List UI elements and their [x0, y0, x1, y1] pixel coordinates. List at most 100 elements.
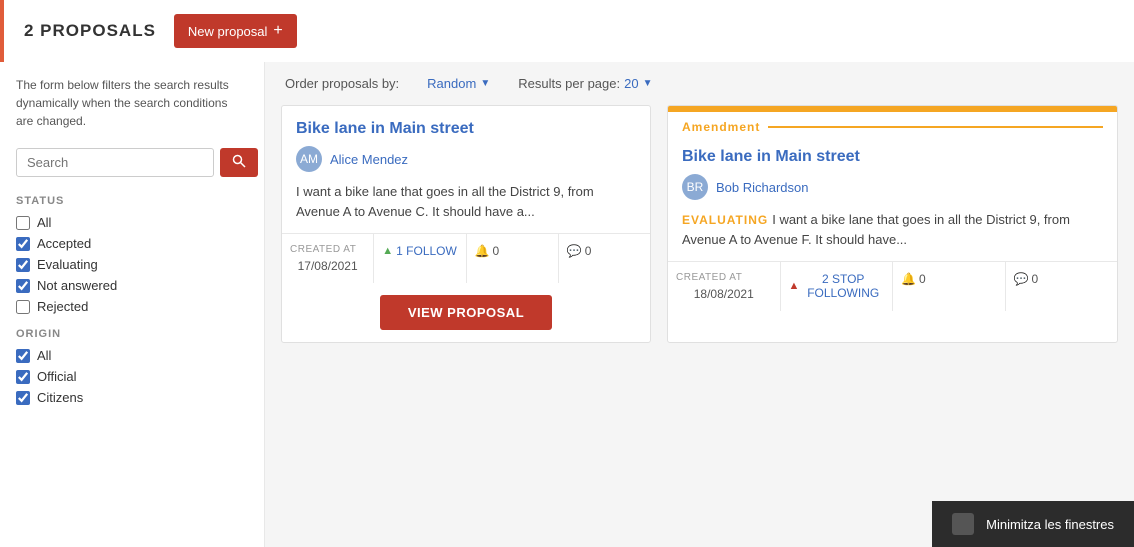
filter-evaluating[interactable]: Evaluating [16, 257, 248, 272]
origin-official-checkbox[interactable] [16, 370, 30, 384]
card-body-1: Bike lane in Main street AM Alice Mendez… [282, 106, 650, 221]
toast-icon [952, 513, 974, 535]
vote-value-1: 0 [492, 244, 499, 258]
status-all-label: All [37, 215, 51, 230]
filter-not-answered[interactable]: Not answered [16, 278, 248, 293]
vote-count-1: 🔔 0 [475, 244, 550, 258]
comments-cell-1: 💬 0 [559, 234, 650, 283]
content-area: Order proposals by: Random ▼ Results per… [265, 62, 1134, 547]
sidebar: The form below filters the search result… [0, 62, 265, 547]
created-at-label-2: CREATED AT [676, 272, 772, 283]
origin-citizens-label: Citizens [37, 390, 83, 405]
search-input[interactable] [16, 148, 214, 177]
filter-official[interactable]: Official [16, 369, 248, 384]
filter-all-origin[interactable]: All [16, 348, 248, 363]
votes-cell-1: 🔔 0 [467, 234, 559, 283]
status-evaluating-checkbox[interactable] [16, 258, 30, 272]
stop-following-button[interactable]: ▲ 2 STOP FOLLOWING [789, 272, 885, 300]
avatar-initials-2: BR [687, 180, 704, 194]
stop-follow-arrow-icon: ▲ [789, 280, 800, 292]
status-not-answered-label: Not answered [37, 278, 117, 293]
comment-value-2: 0 [1031, 272, 1038, 286]
status-filter-section: STATUS All Accepted Evaluating Not answe… [16, 195, 248, 314]
follow-label-1: 1 FOLLOW [396, 244, 457, 258]
follow-cell-2[interactable]: ▲ 2 STOP FOLLOWING [781, 262, 894, 311]
filter-citizens[interactable]: Citizens [16, 390, 248, 405]
vote-count-2: 🔔 0 [901, 272, 997, 286]
comment-icon-2: 💬 [1014, 272, 1029, 286]
created-at-value-2: 18/08/2021 [694, 287, 754, 301]
comment-value-1: 0 [585, 244, 592, 258]
created-at-label-1: CREATED AT [290, 244, 365, 255]
toast-text: Minimitza les finestres [986, 517, 1114, 532]
status-evaluating-label: Evaluating [37, 257, 98, 272]
filter-rejected[interactable]: Rejected [16, 299, 248, 314]
card-meta-1: CREATED AT 17/08/2021 ▲ 1 FOLLOW 🔔 [282, 233, 650, 283]
author-name-2[interactable]: Bob Richardson [716, 180, 809, 195]
order-select[interactable]: Random ▼ [427, 76, 490, 91]
view-proposal-button-1[interactable]: VIEW PROPOSAL [380, 295, 552, 330]
card-title-2[interactable]: Bike lane in Main street [682, 148, 1103, 166]
search-button[interactable] [220, 148, 258, 177]
card-author-1: AM Alice Mendez [296, 146, 636, 172]
toast-bar[interactable]: Minimitza les finestres [932, 501, 1134, 547]
origin-citizens-checkbox[interactable] [16, 391, 30, 405]
origin-filter-section: ORIGIN All Official Citizens [16, 328, 248, 405]
proposal-card-1: Bike lane in Main street AM Alice Mendez… [281, 105, 651, 343]
created-at-cell-1: CREATED AT 17/08/2021 [282, 234, 374, 283]
results-per-page: Results per page: 20 ▼ [518, 76, 652, 91]
status-accepted-label: Accepted [37, 236, 91, 251]
card-text-1: I want a bike lane that goes in all the … [296, 182, 636, 221]
vote-value-2: 0 [919, 272, 926, 286]
order-value: Random [427, 76, 476, 91]
avatar-initials-1: AM [300, 152, 318, 166]
avatar-2: BR [682, 174, 708, 200]
filter-all-status[interactable]: All [16, 215, 248, 230]
filter-accepted[interactable]: Accepted [16, 236, 248, 251]
amendment-card-2: Amendment Bike lane in Main street BR Bo… [667, 105, 1118, 343]
votes-cell-2: 🔔 0 [893, 262, 1006, 311]
status-rejected-checkbox[interactable] [16, 300, 30, 314]
vote-icon-1: 🔔 [475, 244, 490, 258]
vote-icon-2: 🔔 [901, 272, 916, 286]
card-text-2: EVALUATINGI want a bike lane that goes i… [682, 210, 1103, 249]
avatar-1: AM [296, 146, 322, 172]
card-body-2: Bike lane in Main street BR Bob Richards… [668, 134, 1117, 249]
order-bar: Order proposals by: Random ▼ Results per… [281, 62, 1118, 105]
origin-all-checkbox[interactable] [16, 349, 30, 363]
new-proposal-label: New proposal [188, 24, 268, 39]
follow-cell-1[interactable]: ▲ 1 FOLLOW [374, 234, 466, 283]
follow-arrow-icon: ▲ [382, 245, 393, 257]
card-title-1[interactable]: Bike lane in Main street [296, 120, 636, 138]
results-label: Results per page: [518, 76, 620, 91]
status-rejected-label: Rejected [37, 299, 88, 314]
status-all-checkbox[interactable] [16, 216, 30, 230]
comments-cell-2: 💬 0 [1006, 262, 1118, 311]
amendment-line [768, 126, 1103, 128]
results-value: 20 [624, 76, 638, 91]
comment-count-1: 💬 0 [567, 244, 642, 258]
status-not-answered-checkbox[interactable] [16, 279, 30, 293]
created-at-cell-2: CREATED AT 18/08/2021 [668, 262, 781, 311]
amendment-label-row: Amendment [668, 112, 1117, 134]
proposals-count: 2 PROPOSALS [24, 21, 156, 41]
new-proposal-button[interactable]: New proposal + [174, 14, 297, 48]
status-accepted-checkbox[interactable] [16, 237, 30, 251]
author-name-1[interactable]: Alice Mendez [330, 152, 408, 167]
evaluating-badge: EVALUATING [682, 213, 768, 227]
card-author-2: BR Bob Richardson [682, 174, 1103, 200]
origin-official-label: Official [37, 369, 77, 384]
card-action-1: VIEW PROPOSAL [282, 283, 650, 342]
origin-filter-title: ORIGIN [16, 328, 248, 340]
status-filter-title: STATUS [16, 195, 248, 207]
follow-button-1[interactable]: ▲ 1 FOLLOW [382, 244, 457, 258]
results-select[interactable]: 20 ▼ [624, 76, 652, 91]
origin-all-label: All [37, 348, 51, 363]
search-icon [232, 154, 246, 168]
card-meta-2: CREATED AT 18/08/2021 ▲ 2 STOP FOLLOWING [668, 261, 1117, 311]
comment-icon-1: 💬 [567, 244, 582, 258]
order-label: Order proposals by: [285, 76, 399, 91]
follow-label-2: 2 STOP FOLLOWING [802, 272, 884, 300]
created-at-value-1: 17/08/2021 [298, 259, 358, 273]
plus-icon: + [273, 22, 282, 40]
